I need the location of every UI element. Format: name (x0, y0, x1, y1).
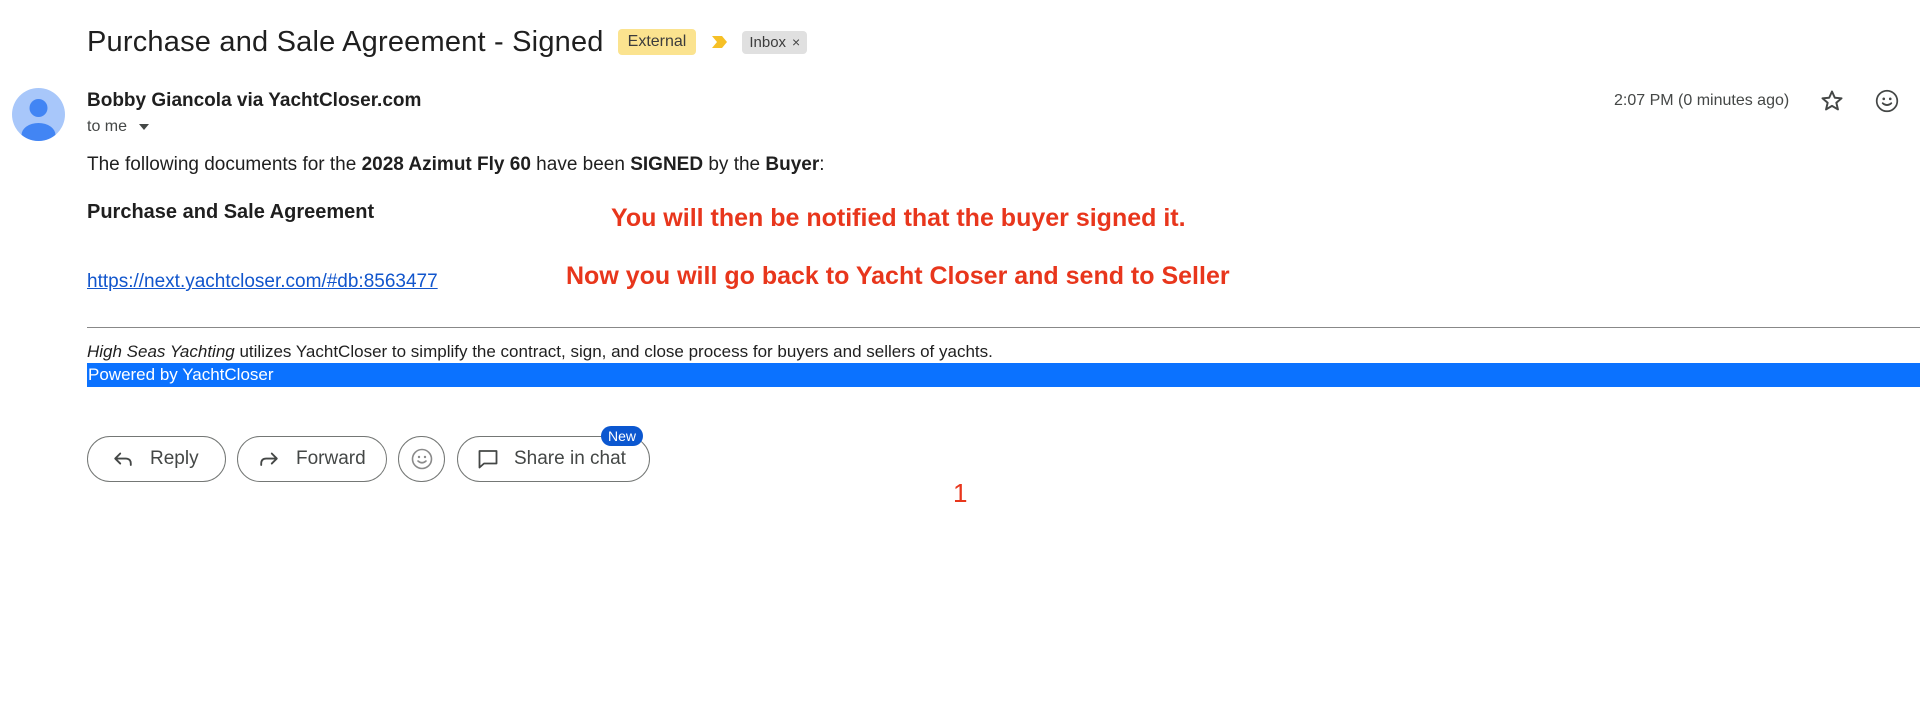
annotation-note-2: Now you will go back to Yacht Closer and… (566, 262, 1230, 290)
forward-label: Forward (296, 448, 366, 469)
add-reaction-button[interactable] (398, 436, 445, 482)
new-badge: New (601, 426, 644, 446)
document-title: Purchase and Sale Agreement (87, 201, 375, 223)
footer-text: High Seas Yachting utilizes YachtCloser … (87, 342, 993, 362)
email-timestamp: 2:07 PM (0 minutes ago) (1614, 92, 1790, 109)
divider (87, 327, 1920, 328)
forward-button[interactable]: Forward (237, 436, 387, 482)
intro-part: have been (530, 154, 631, 175)
reply-label: Reply (150, 448, 199, 469)
annotation-mark: 1 (953, 478, 968, 508)
emoji-reaction-icon[interactable] (1874, 88, 1900, 114)
annotation-note-1: You will then be notified that the buyer… (611, 204, 1186, 232)
reply-button[interactable]: Reply (87, 436, 226, 482)
company-name: High Seas Yachting (87, 342, 235, 361)
avatar[interactable] (12, 88, 65, 141)
signer-role: Buyer (765, 154, 820, 175)
document-link[interactable]: https://next.yachtcloser.com/#db:8563477 (87, 271, 438, 293)
recipient-text: to me (87, 118, 128, 135)
signed-status: SIGNED (630, 154, 704, 175)
chat-bubble-icon (478, 450, 498, 469)
boat-name: 2028 Azimut Fly 60 (361, 154, 531, 175)
reply-arrow-icon (114, 452, 132, 466)
chevron-down-icon[interactable] (139, 124, 150, 130)
inbox-label-text: Inbox (749, 33, 787, 51)
intro-part: The following documents for the (87, 154, 362, 175)
subject-row: Purchase and Sale Agreement - Signed Ext… (87, 22, 808, 62)
forward-arrow-icon (260, 452, 278, 466)
recipient-details[interactable]: to me (87, 118, 150, 136)
remove-label-icon[interactable]: × (792, 34, 800, 50)
footer-description: utilizes YachtCloser to simplify the con… (234, 342, 993, 361)
importance-marker-icon[interactable] (710, 33, 730, 51)
intro-text: The following documents for the 2028 Azi… (87, 154, 825, 176)
sender-name[interactable]: Bobby Giancola via YachtCloser.com (87, 90, 421, 112)
share-in-chat-label: Share in chat (514, 448, 626, 469)
person-icon (21, 99, 56, 141)
inbox-label: Inbox × (742, 30, 808, 54)
intro-part: : (819, 154, 825, 175)
powered-by-bar: Powered by YachtCloser (87, 363, 1920, 387)
external-label: External (617, 29, 697, 55)
email-view: Purchase and Sale Agreement - Signed Ext… (0, 0, 1920, 710)
emoji-reaction-icon (411, 448, 432, 470)
star-icon[interactable] (1819, 88, 1845, 114)
intro-part: by the (703, 154, 766, 175)
email-subject: Purchase and Sale Agreement - Signed (87, 25, 604, 58)
